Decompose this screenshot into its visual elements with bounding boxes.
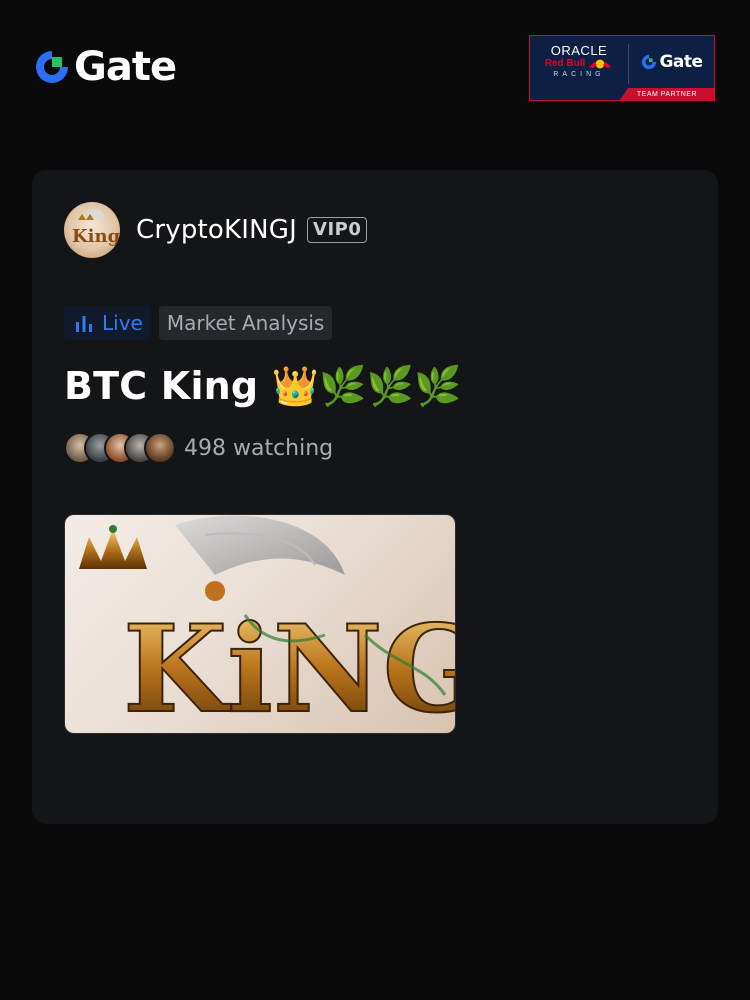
gate-logo[interactable]: Gate: [34, 44, 177, 90]
viewer-count: 498 watching: [184, 435, 334, 461]
stream-thumbnail[interactable]: KiNG: [64, 514, 456, 734]
king-avatar-image: King: [72, 209, 120, 247]
partner-oracle-text: ORACLE: [550, 43, 608, 58]
host-name[interactable]: CryptoKINGJ: [136, 215, 297, 245]
bull-icon: [589, 59, 612, 69]
live-tag: Live: [64, 306, 151, 340]
bar-chart-icon: [76, 316, 92, 332]
partner-brand-text: Gate: [659, 52, 703, 72]
thumbnail-text: KiNG: [123, 599, 455, 733]
stream-title[interactable]: BTC King 👑🌿🌿🌿: [64, 364, 462, 409]
category-tag[interactable]: Market Analysis: [158, 306, 333, 340]
vip-badge: VIP0: [307, 217, 368, 243]
viewer-avatar: [144, 432, 176, 464]
partner-divider: [628, 44, 629, 84]
partner-redbull-text: Red Bull: [544, 58, 586, 69]
viewer-avatars: [64, 432, 176, 464]
host-avatar[interactable]: King: [64, 202, 120, 258]
title-emoji: 👑🌿🌿🌿: [271, 364, 462, 408]
partner-caption: TEAM PARTNER: [636, 90, 698, 98]
team-partner-badge: ORACLE Red Bull RACING Gate TEAM PARTNER: [529, 35, 715, 101]
king-thumbnail-image: KiNG: [79, 515, 455, 733]
brand-name: Gate: [74, 44, 177, 90]
live-stream-card[interactable]: King CryptoKINGJ VIP0 Live Market Analys…: [32, 170, 718, 824]
partner-caption-bar: TEAM PARTNER: [620, 88, 714, 100]
host-info[interactable]: King CryptoKINGJ VIP0: [64, 202, 368, 258]
svg-text:King: King: [72, 226, 120, 247]
gate-logo-icon: [36, 51, 68, 83]
viewer-info: 498 watching: [64, 432, 333, 464]
live-label: Live: [102, 311, 143, 335]
gate-logo-icon: [642, 54, 657, 70]
stream-tags: Live Market Analysis: [64, 306, 333, 340]
stream-title-text: BTC King: [64, 364, 259, 408]
partner-racing-text: RACING: [553, 71, 605, 78]
